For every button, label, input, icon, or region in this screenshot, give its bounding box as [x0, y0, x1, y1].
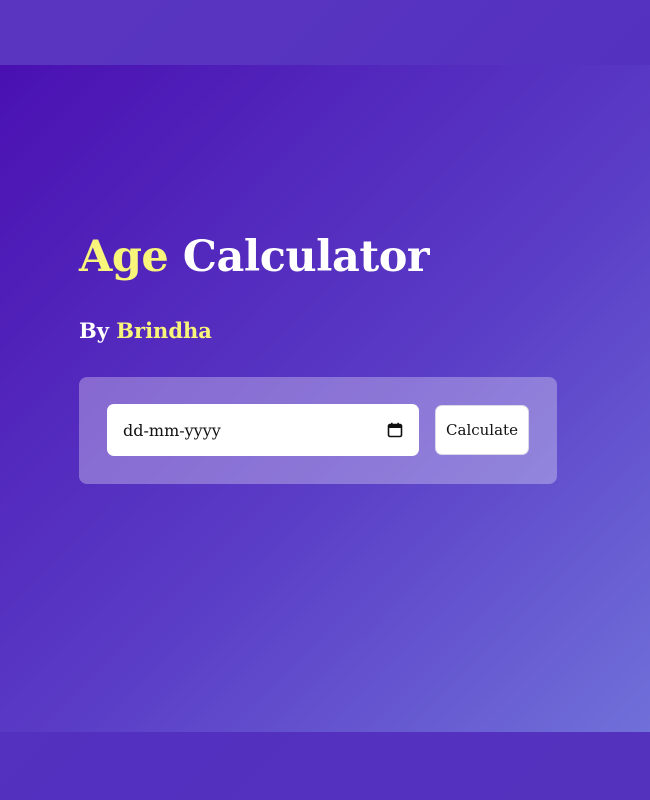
author-byline: By Brindha	[79, 318, 212, 343]
birthdate-input[interactable]: dd-mm-yyyy	[107, 404, 419, 456]
calculate-button[interactable]: Calculate	[435, 405, 529, 455]
page-title: Age Calculator	[79, 232, 430, 282]
title-rest: Calculator	[182, 232, 430, 282]
calendar-icon[interactable]	[387, 422, 403, 438]
input-card: dd-mm-yyyy Calculate	[79, 377, 557, 484]
author-name: Brindha	[116, 318, 212, 343]
byline-prefix: By	[79, 318, 109, 343]
date-placeholder: dd-mm-yyyy	[123, 420, 221, 440]
title-accent: Age	[79, 232, 169, 282]
